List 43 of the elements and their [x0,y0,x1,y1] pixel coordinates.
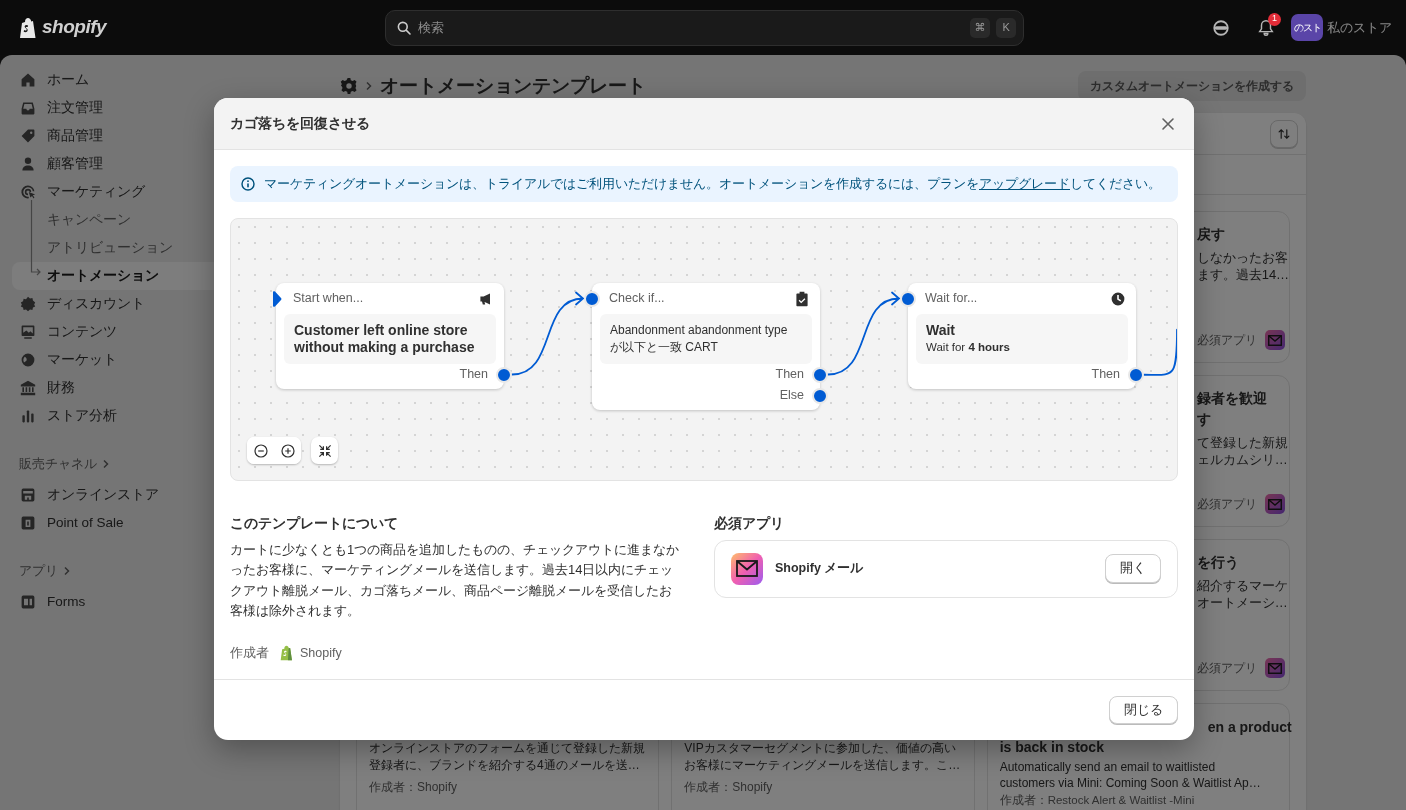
branch-label: Then [775,366,804,384]
template-description: カートに少なくとも1つの商品を追加したものの、チェックアウトに進まなかったお客様に、マーケティングメールを送信します。過去14日以内にチェックアウト離脱メール、カゴ落ちメール、商品ページ離脱メールを受信したお客様は除外されます。 [230,540,680,621]
action-detail: Wait for 4 hours [926,340,1011,355]
notification-badge: 1 [1268,12,1281,26]
card-title: 戻す [1196,225,1225,244]
card-title: 録者を歓迎す [1196,389,1268,429]
shortcut-key: K [996,17,1017,38]
author-label: 作成者 [230,644,269,662]
logo-wordmark: shopify [42,15,107,40]
dialog-title: カゴ落ちを回復させる [230,115,370,132]
card-title: is back in stock [999,738,1105,757]
card-author: 作成者：Restock Alert & Waitlist -Mini [999,793,1196,807]
required-app-label: 必須アプリ [1196,496,1257,513]
node-header-label: Start when... [293,290,364,308]
card-description: Automatically send an email to waitlisted customers via Mini: Coming Soon & Waitlist Ap… [999,759,1262,791]
node-header-label: Check if... [609,290,665,308]
card-author: 作成者：Shopify [684,779,774,796]
store-name: 私のストア [1327,18,1392,37]
node-header-label: Wait for... [925,290,978,308]
required-app-label: 必須アプリ [1196,332,1257,349]
branch-label: Then [1091,366,1120,384]
shortcut-key: ⌘ [970,17,991,38]
card-title: en a product [1207,718,1292,737]
section-heading: 必須アプリ [714,515,785,532]
card-author: 作成者：Shopify [369,779,459,796]
required-app-label: 必須アプリ [1196,660,1257,677]
card-description: しなかったお客 ます。過去14… [1196,249,1290,283]
action-title: Wait [926,322,957,339]
card-title: を行う [1196,553,1239,572]
trigger-title: Customer left online store without making a purchase [294,322,476,356]
branch-label: Then [459,366,488,384]
notice-text: マーケティングオートメーションは、トライアルではご利用いただけません。オートメーションを作成するには、プランをアップグレード してください。 [264,175,1161,194]
condition-text: Abandonment abandonment type が以下と一致 CART [610,322,789,356]
card-description: て登録した新規 ェルカムシリ… [1196,434,1288,468]
author-name: Shopify [300,644,342,662]
store-avatar: のスト [1291,14,1323,41]
section-heading: このテンプレートについて [230,515,399,532]
app-name: Shopify メール [775,560,864,578]
card-description: VIPカスタマーセグメントに参加した、価値の高い お客様にマーケティングメールを送信します。こ… [684,740,962,774]
page-title: オートメーションテンプレート [380,74,646,98]
card-description: オンラインストアのフォームを通じて登録した新規 登録者に、ブランドを紹介する4通のメールを送… [369,740,646,774]
card-description: 紹介するマーケ オートメーシ… [1196,577,1288,611]
branch-label: Else [779,387,804,405]
